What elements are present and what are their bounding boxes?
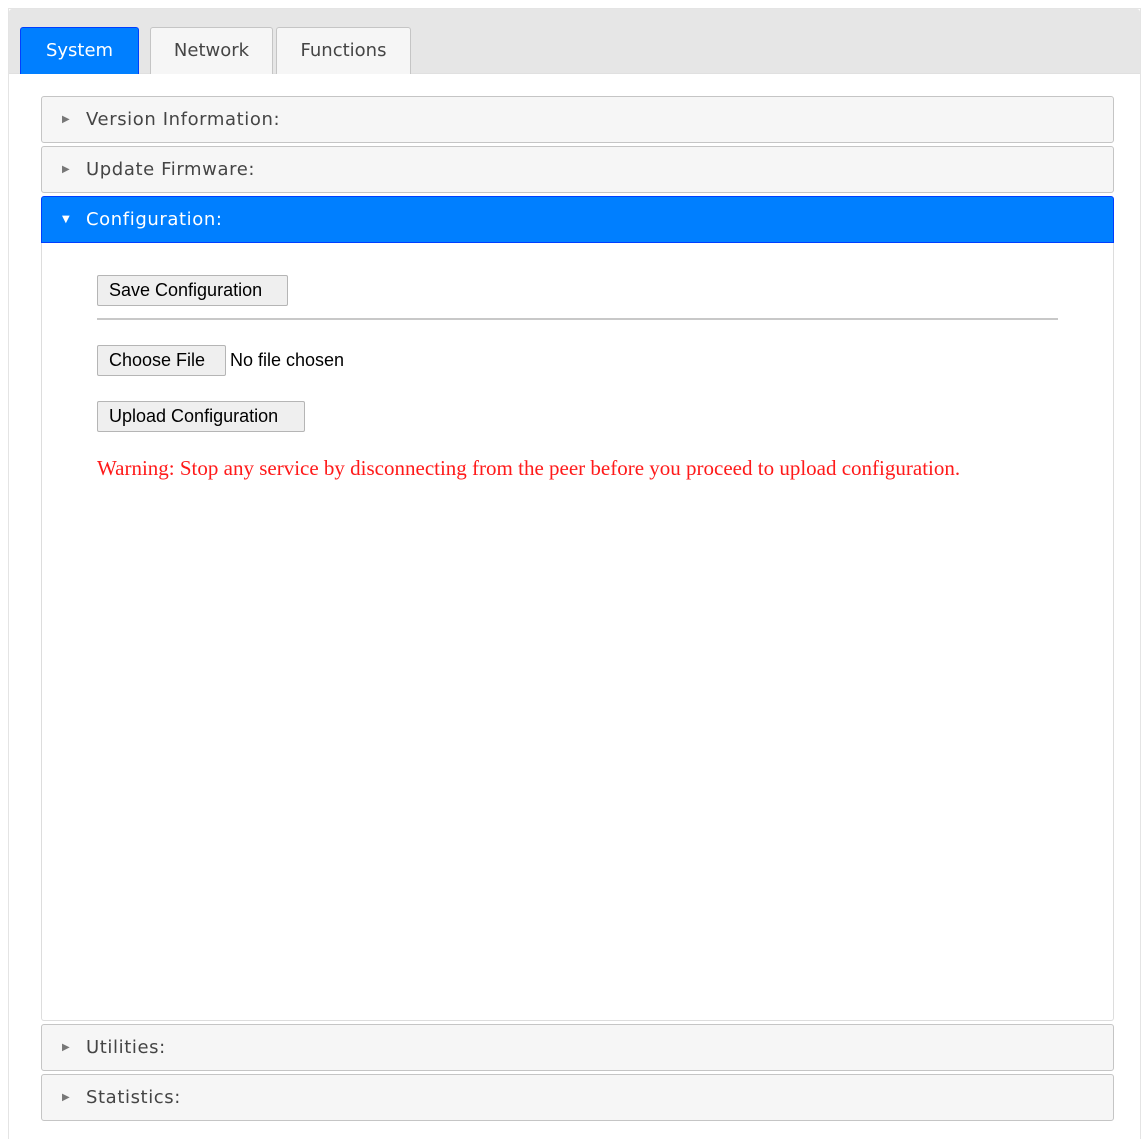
tab-functions[interactable]: Functions [276,27,411,74]
warning-message: Warning: Stop any service by disconnecti… [97,456,961,480]
configuration-panel: Save Configuration Choose File No file c… [41,243,1114,1021]
accordion-header-statistics[interactable]: ▶ Statistics: [41,1074,1114,1121]
accordion-header-label: Update Firmware: [86,159,256,180]
accordion-header-label: Utilities: [86,1037,166,1058]
accordion-header-update-firmware[interactable]: ▶ Update Firmware: [41,146,1114,193]
accordion-header-utilities[interactable]: ▶ Utilities: [41,1024,1114,1071]
choose-file-button[interactable]: Choose File [97,345,226,376]
tab-network[interactable]: Network [150,27,273,74]
divider [97,318,1058,320]
accordion-header-label: Configuration: [86,209,223,230]
caret-right-icon: ▶ [62,1092,70,1103]
tab-system[interactable]: System [20,27,139,74]
accordion-header-configuration[interactable]: ▼ Configuration: [41,196,1114,243]
upload-configuration-button[interactable]: Upload Configuration [97,401,305,432]
accordion-header-label: Version Information: [86,109,281,130]
file-status-text: No file chosen [230,350,345,370]
accordion-header-label: Statistics: [86,1087,181,1108]
caret-right-icon: ▶ [62,1042,70,1053]
caret-right-icon: ▶ [62,114,70,125]
tabs-container: System Network Functions ▶ Version Infor… [8,8,1141,1139]
caret-down-icon: ▼ [62,214,70,225]
accordion-header-version-information[interactable]: ▶ Version Information: [41,96,1114,143]
save-configuration-button[interactable]: Save Configuration [97,275,288,306]
caret-right-icon: ▶ [62,164,70,175]
tab-bar: System Network Functions [9,9,1140,74]
